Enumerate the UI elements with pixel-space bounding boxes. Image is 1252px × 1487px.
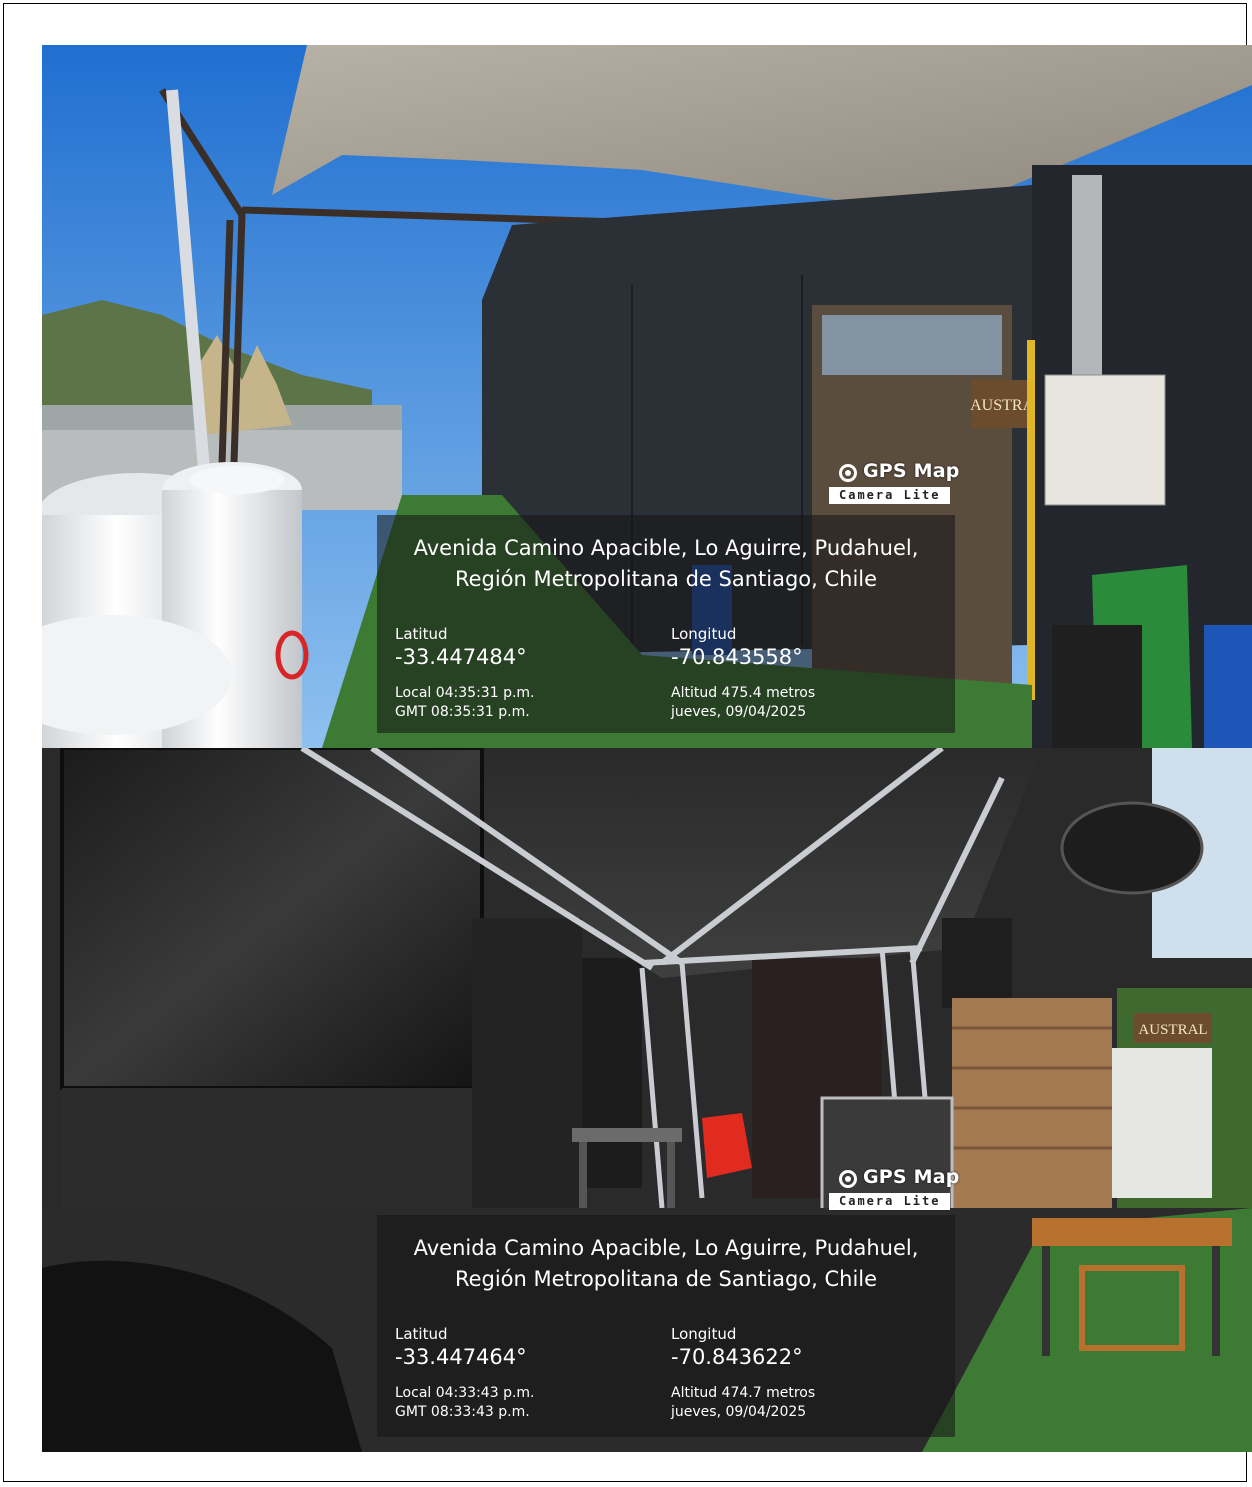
- altitude-date-block: Altitud 474.7 metros jueves, 09/04/2025: [671, 1384, 815, 1422]
- latitude-block: Latitud -33.447484°: [395, 625, 527, 669]
- longitude-value: -70.843558°: [671, 645, 803, 669]
- longitude-label: Longitud: [671, 1325, 737, 1343]
- address-line-1: Avenida Camino Apacible, Lo Aguirre, Pud…: [413, 536, 919, 560]
- address: Avenida Camino Apacible, Lo Aguirre, Pud…: [377, 533, 955, 595]
- date: jueves, 09/04/2025: [671, 1404, 807, 1420]
- time-block: Local 04:33:43 p.m. GMT 08:33:43 p.m.: [395, 1384, 535, 1422]
- camera-logo-icon: [839, 1170, 857, 1188]
- photo-terrace-exterior: AUSTRAL GPS Map Camera Lite Avenida Cami…: [42, 45, 1252, 748]
- local-time: Local 04:33:43 p.m.: [395, 1385, 535, 1401]
- gps-map-camera-logo: GPS Map Camera Lite: [829, 1166, 963, 1220]
- longitude-block: Longitud -70.843622°: [671, 1325, 803, 1369]
- austral-sign-bottom: AUSTRAL: [1138, 1022, 1207, 1038]
- logo-sub-text: Camera Lite: [829, 487, 951, 504]
- altitude: Altitud 475.4 metros: [671, 685, 816, 701]
- gmt-time: GMT 08:33:43 p.m.: [395, 1404, 530, 1420]
- logo-sub-text: Camera Lite: [829, 1193, 951, 1210]
- longitude-value: -70.843622°: [671, 1345, 803, 1369]
- photo-stage: AUSTRAL GPS Map Camera Lite Avenida Cami…: [42, 748, 1252, 1452]
- latitude-block: Latitud -33.447464°: [395, 1325, 527, 1369]
- latitude-value: -33.447464°: [395, 1345, 527, 1369]
- latitude-label: Latitud: [395, 1325, 448, 1343]
- longitude-label: Longitud: [671, 625, 737, 643]
- altitude-date-block: Altitud 475.4 metros jueves, 09/04/2025: [671, 684, 815, 722]
- address-line-1: Avenida Camino Apacible, Lo Aguirre, Pud…: [413, 1236, 919, 1260]
- logo-main-text: GPS Map: [863, 460, 960, 482]
- address-line-2: Región Metropolitana de Santiago, Chile: [454, 567, 878, 591]
- latitude-label: Latitud: [395, 625, 448, 643]
- gmt-time: GMT 08:35:31 p.m.: [395, 704, 530, 720]
- address-line-2: Región Metropolitana de Santiago, Chile: [454, 1267, 878, 1291]
- gps-map-camera-logo: GPS Map Camera Lite: [829, 460, 963, 514]
- time-block: Local 04:35:31 p.m. GMT 08:35:31 p.m.: [395, 684, 535, 722]
- camera-logo-icon: [839, 464, 857, 482]
- local-time: Local 04:35:31 p.m.: [395, 685, 535, 701]
- latitude-value: -33.447484°: [395, 645, 527, 669]
- address: Avenida Camino Apacible, Lo Aguirre, Pud…: [377, 1233, 955, 1295]
- gps-stamp-panel: Avenida Camino Apacible, Lo Aguirre, Pud…: [377, 1215, 955, 1437]
- longitude-block: Longitud -70.843558°: [671, 625, 803, 669]
- date: jueves, 09/04/2025: [671, 704, 807, 720]
- gps-stamp-panel: Avenida Camino Apacible, Lo Aguirre, Pud…: [377, 515, 955, 733]
- logo-main-text: GPS Map: [863, 1166, 960, 1188]
- altitude: Altitud 474.7 metros: [671, 1385, 816, 1401]
